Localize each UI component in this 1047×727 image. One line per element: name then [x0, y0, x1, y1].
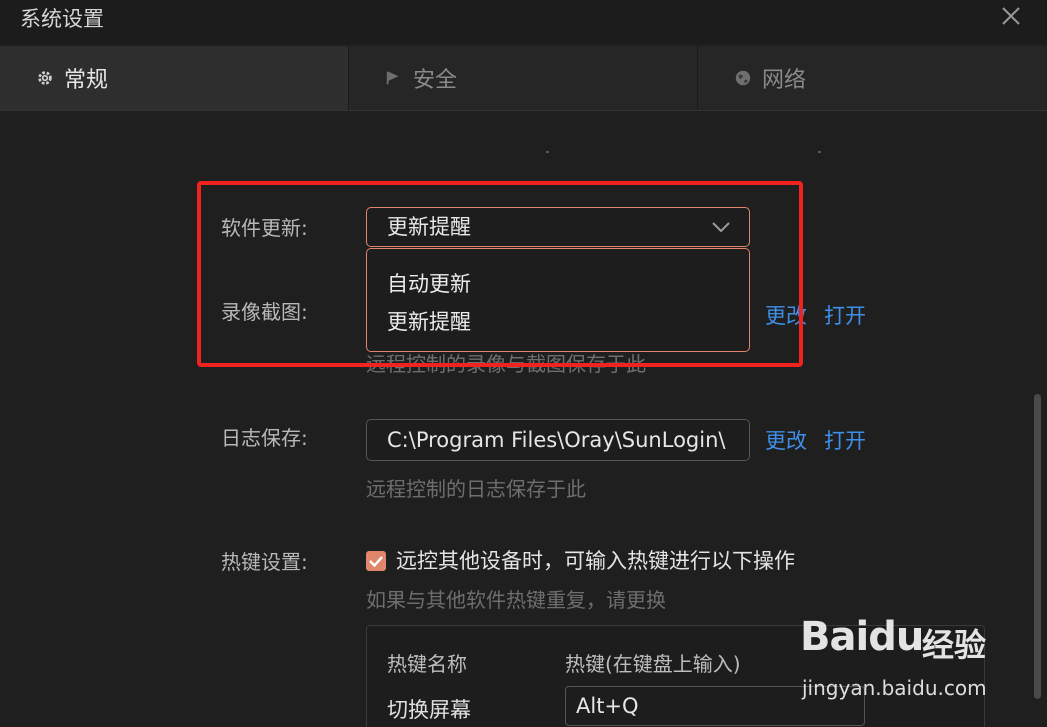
tab-security-label: 安全 [413, 68, 458, 93]
hotkey-column-key: 热键(在键盘上输入) [565, 652, 741, 676]
flag-icon [386, 71, 399, 85]
window-title: 系统设置 [20, 7, 104, 31]
tab-general[interactable]: 常规 [0, 46, 349, 110]
hotkey-table: 热键名称 热键(在键盘上输入) 切换屏幕 Alt+Q [366, 625, 985, 727]
globe-icon [735, 70, 751, 86]
recording-change-link[interactable]: 更改 [765, 302, 807, 330]
settings-window: 系统设置 常规 安全 网络 软件更新: 更新提醒 自动更新 更新提醒 录像截图:… [0, 0, 1047, 727]
hotkey-hint: 如果与其他软件热键重复，请更换 [366, 588, 666, 612]
tab-general-label: 常规 [64, 68, 109, 93]
tab-network-label: 网络 [762, 68, 807, 93]
recording-open-link[interactable]: 打开 [824, 302, 866, 330]
chevron-down-icon [712, 222, 730, 233]
recording-label: 录像截图: [221, 300, 308, 324]
tab-security[interactable]: 安全 [349, 46, 698, 110]
title-bar: 系统设置 [0, 0, 1047, 44]
hotkey-column-name: 热键名称 [387, 652, 467, 676]
gear-icon [38, 71, 52, 85]
divider-mark [818, 151, 821, 153]
dropdown-option-update-reminder[interactable]: 更新提醒 [367, 303, 749, 341]
software-update-dropdown: 自动更新 更新提醒 [366, 248, 750, 352]
tab-network[interactable]: 网络 [698, 46, 1047, 110]
close-button[interactable] [997, 2, 1025, 30]
log-label: 日志保存: [221, 426, 308, 450]
tab-bar: 常规 安全 网络 [0, 46, 1047, 111]
hotkey-row-key-input[interactable]: Alt+Q [565, 686, 865, 726]
log-hint: 远程控制的日志保存于此 [366, 477, 586, 501]
software-update-select[interactable]: 更新提醒 [366, 207, 750, 247]
divider-mark [546, 151, 549, 153]
log-open-link[interactable]: 打开 [824, 427, 866, 455]
check-icon [369, 556, 383, 568]
hotkey-label: 热键设置: [221, 550, 308, 574]
hotkey-enable-label: 远控其他设备时，可输入热键进行以下操作 [396, 549, 795, 573]
close-icon [1002, 7, 1020, 25]
hotkey-enable-checkbox[interactable] [366, 551, 386, 571]
general-settings-panel: 软件更新: 更新提醒 自动更新 更新提醒 录像截图: 更改 打开 远程控制的录像… [0, 111, 1047, 727]
software-update-label: 软件更新: [221, 216, 308, 240]
log-path-field[interactable]: C:\Program Files\Oray\SunLogin\ [366, 419, 750, 461]
dropdown-option-auto-update[interactable]: 自动更新 [367, 265, 749, 303]
log-change-link[interactable]: 更改 [765, 427, 807, 455]
hotkey-row-name: 切换屏幕 [387, 698, 471, 722]
software-update-selected: 更新提醒 [387, 215, 471, 239]
scrollbar-thumb[interactable] [1034, 394, 1041, 699]
recording-hint: 远程控制的录像与截图保存于此 [366, 352, 646, 376]
